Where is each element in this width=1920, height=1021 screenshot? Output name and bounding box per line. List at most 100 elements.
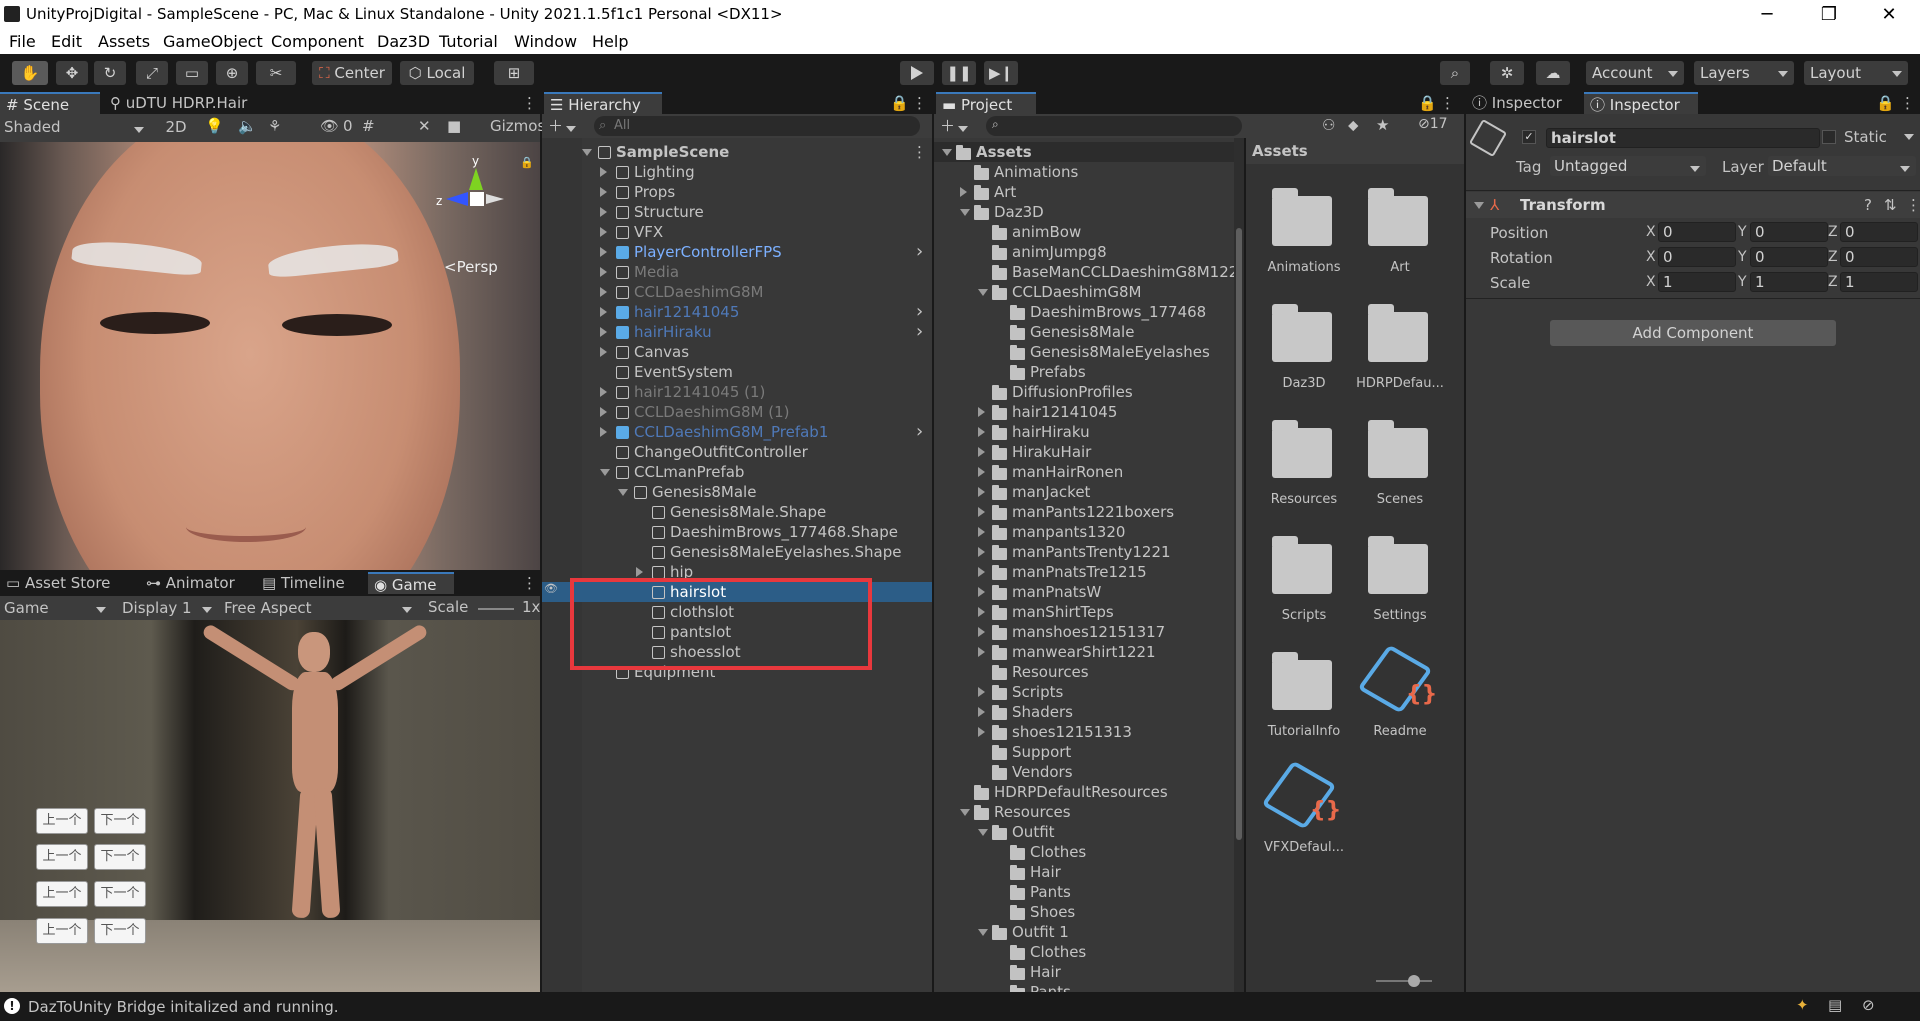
layer-dropdown[interactable]: Default bbox=[1768, 156, 1916, 176]
folder-tree-item[interactable]: Shoes bbox=[934, 902, 1234, 922]
tab-timeline[interactable]: ▤ Timeline bbox=[256, 572, 356, 594]
hierarchy-row[interactable]: SampleScene ⋮ bbox=[542, 142, 932, 162]
help-icon[interactable]: ? bbox=[1864, 196, 1872, 214]
hidden-packages-count[interactable]: ⊘17 bbox=[1418, 116, 1448, 132]
expand-arrow-icon[interactable] bbox=[978, 929, 988, 936]
asset-tile[interactable]: Settings bbox=[1350, 532, 1450, 642]
folder-tree-item[interactable]: Pants bbox=[934, 882, 1234, 902]
folder-tree-item[interactable]: Hair bbox=[934, 962, 1234, 982]
transform-x-field[interactable]: 0 bbox=[1658, 247, 1736, 267]
transform-z-field[interactable]: 0 bbox=[1840, 247, 1918, 267]
expand-arrow-icon[interactable] bbox=[978, 627, 985, 637]
search-icon[interactable]: ⌕ bbox=[1440, 61, 1470, 85]
transform-tool-icon[interactable]: ⊕ bbox=[216, 61, 248, 85]
menu-help[interactable]: Help bbox=[592, 32, 628, 51]
folder-tree-item[interactable]: hair12141045 bbox=[934, 402, 1234, 422]
aspect-dropdown[interactable]: Free Aspect bbox=[222, 597, 418, 619]
asset-tile[interactable]: Scripts bbox=[1254, 532, 1354, 642]
icon-size-slider[interactable] bbox=[1376, 975, 1432, 987]
folder-tree-item[interactable]: shoes12151313 bbox=[934, 722, 1234, 742]
expand-arrow-icon[interactable] bbox=[600, 187, 607, 197]
game-menu-icon[interactable]: ⋮ bbox=[516, 572, 537, 594]
grid-icon[interactable]: # bbox=[362, 117, 375, 135]
hierarchy-row[interactable]: VFX bbox=[542, 222, 932, 242]
prev-button-2[interactable]: 上一个 bbox=[36, 844, 88, 870]
hierarchy-row[interactable]: CCLDaeshimG8M (1) bbox=[542, 402, 932, 422]
folder-tree-item[interactable]: Resources bbox=[934, 662, 1234, 682]
preset-icon[interactable]: ⇅ bbox=[1884, 196, 1897, 214]
expand-arrow-icon[interactable] bbox=[600, 267, 607, 277]
scene-viewport[interactable]: y z 🔒 <Persp bbox=[0, 142, 540, 570]
component-menu-icon[interactable]: ⋮ bbox=[1906, 196, 1920, 214]
prev-button-4[interactable]: 上一个 bbox=[36, 918, 88, 944]
hierarchy-row[interactable]: ChangeOutfitController bbox=[542, 442, 932, 462]
tree-scrollbar-thumb[interactable] bbox=[1236, 228, 1242, 840]
hierarchy-row[interactable]: Canvas bbox=[542, 342, 932, 362]
cache-icon[interactable]: ▤ bbox=[1828, 996, 1842, 1014]
asset-tile[interactable]: HDRPDefau... bbox=[1350, 300, 1450, 410]
close-icon[interactable]: ✕ bbox=[1866, 2, 1912, 28]
project-breadcrumb[interactable]: Assets bbox=[1246, 138, 1464, 164]
folder-tree-item[interactable]: Scripts bbox=[934, 682, 1234, 702]
hierarchy-row[interactable]: Genesis8Male.Shape bbox=[542, 502, 932, 522]
folder-tree-item[interactable]: manJacket bbox=[934, 482, 1234, 502]
collab-icon[interactable]: ✲ bbox=[1490, 61, 1524, 85]
expand-arrow-icon[interactable] bbox=[978, 567, 985, 577]
custom-tool-icon[interactable]: ✂ bbox=[256, 61, 296, 85]
folder-tree-item[interactable]: Clothes bbox=[934, 842, 1234, 862]
hierarchy-row[interactable]: DaeshimBrows_177468.Shape bbox=[542, 522, 932, 542]
expand-arrow-icon[interactable] bbox=[960, 809, 970, 816]
expand-arrow-icon[interactable] bbox=[978, 687, 985, 697]
minimize-icon[interactable]: ─ bbox=[1744, 2, 1790, 28]
hierarchy-row[interactable]: EventSystem bbox=[542, 362, 932, 382]
folder-tree-item[interactable]: manPantsTrenty1221 bbox=[934, 542, 1234, 562]
tab-inspector-2[interactable]: ⓘ Inspector bbox=[1584, 92, 1698, 114]
object-name-field[interactable]: hairslot bbox=[1546, 128, 1820, 148]
next-button-1[interactable]: 下一个 bbox=[94, 808, 146, 834]
menu-component[interactable]: Component bbox=[271, 32, 364, 51]
transform-x-field[interactable]: 1 bbox=[1658, 272, 1736, 292]
project-lock-icon[interactable]: 🔒 bbox=[1412, 92, 1437, 114]
static-dropdown-icon[interactable] bbox=[1904, 134, 1914, 140]
asset-tile[interactable]: Animations bbox=[1254, 184, 1354, 294]
transform-header[interactable]: ⅄ Transform ? ⇅ ⋮ bbox=[1466, 192, 1920, 218]
transform-z-field[interactable]: 0 bbox=[1840, 222, 1918, 242]
hierarchy-row[interactable]: Genesis8MaleEyelashes.Shape bbox=[542, 542, 932, 562]
tag-dropdown[interactable]: Untagged bbox=[1550, 156, 1706, 176]
folder-tree-item[interactable]: Assets bbox=[934, 142, 1234, 162]
folder-tree-item[interactable]: manwearShirt1221 bbox=[934, 642, 1234, 662]
folder-tree-item[interactable]: Shaders bbox=[934, 702, 1234, 722]
hierarchy-row[interactable]: PlayerControllerFPS › bbox=[542, 242, 932, 262]
cloud-icon[interactable]: ☁ bbox=[1536, 61, 1570, 85]
asset-tile[interactable]: Resources bbox=[1254, 416, 1354, 526]
expand-arrow-icon[interactable] bbox=[978, 447, 985, 457]
asset-tile[interactable]: Scenes bbox=[1350, 416, 1450, 526]
asset-tile[interactable]: {} Readme bbox=[1350, 644, 1450, 758]
lighting-icon[interactable]: 💡 bbox=[205, 117, 224, 135]
scene-gizmo[interactable]: y z bbox=[436, 154, 516, 234]
hierarchy-row[interactable]: Media bbox=[542, 262, 932, 282]
tab-hdrp-hair[interactable]: ⚲ uDTU HDRP.Hair bbox=[104, 92, 284, 114]
expand-arrow-icon[interactable] bbox=[600, 227, 607, 237]
folder-tree-item[interactable]: Pants bbox=[934, 982, 1234, 992]
expand-arrow-icon[interactable] bbox=[978, 467, 985, 477]
camera-icon[interactable]: ■ bbox=[447, 117, 461, 135]
asset-tile[interactable]: {} VFXDefaul... bbox=[1254, 760, 1354, 874]
folder-tree-item[interactable]: Animations bbox=[934, 162, 1234, 182]
display-dropdown[interactable]: Display 1 bbox=[118, 597, 218, 619]
tab-hierarchy[interactable]: ☰ Hierarchy bbox=[544, 92, 662, 114]
folder-tree-item[interactable]: manPnatsTre1215 bbox=[934, 562, 1234, 582]
expand-arrow-icon[interactable] bbox=[600, 427, 607, 437]
expand-arrow-icon[interactable] bbox=[960, 187, 967, 197]
expand-arrow-icon[interactable] bbox=[582, 149, 592, 156]
folder-tree-item[interactable]: Hair bbox=[934, 862, 1234, 882]
folder-tree-item[interactable]: Art bbox=[934, 182, 1234, 202]
hierarchy-row[interactable]: CCLDaeshimG8M bbox=[542, 282, 932, 302]
folder-tree-item[interactable]: CCLDaeshimG8M bbox=[934, 282, 1234, 302]
filter-label-icon[interactable]: ⬥ bbox=[1348, 116, 1359, 134]
project-search-input[interactable]: ⌕ bbox=[986, 116, 1242, 136]
hierarchy-row[interactable]: Props bbox=[542, 182, 932, 202]
expand-arrow-icon[interactable] bbox=[942, 149, 952, 156]
expand-arrow-icon[interactable] bbox=[600, 387, 607, 397]
expand-arrow-icon[interactable] bbox=[636, 567, 643, 577]
